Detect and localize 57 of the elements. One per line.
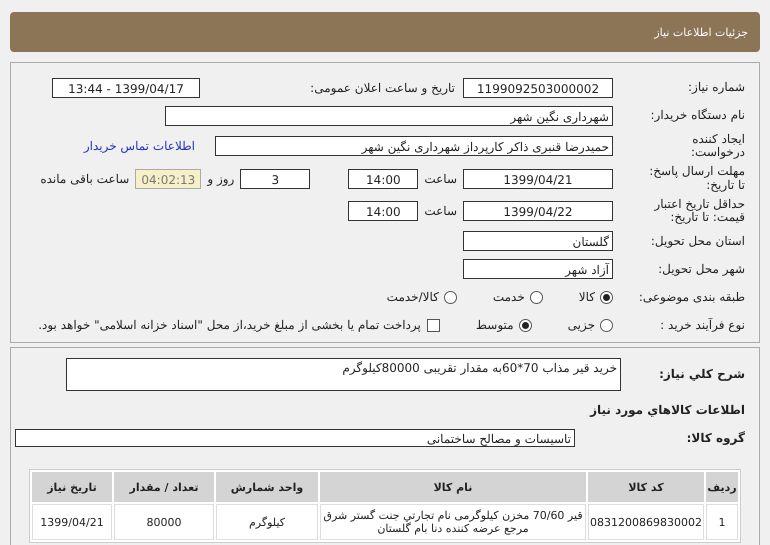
city-field: آزاد شهر — [463, 259, 613, 280]
reply-date-field: 1399/04/21 — [463, 168, 613, 189]
field-label: شماره نیاز: — [687, 81, 746, 95]
field-label: شهر محل تحویل: — [657, 262, 746, 276]
radio-button[interactable] — [444, 290, 457, 304]
column-header: ردیف — [706, 472, 738, 502]
column-header: تاریخ نیاز — [32, 472, 112, 502]
description-field: خرید قیر مذاب 70*60به مقدار تقریبی 80000کیلوگرم — [66, 358, 621, 392]
radio-label: متوسط — [476, 318, 514, 332]
table-cell: 0831200869830002 — [588, 504, 704, 540]
reply-time-field: 14:00 — [348, 168, 418, 189]
page-title: جزئیات اطلاعات نیاز — [654, 26, 748, 38]
column-header: کد کالا — [588, 472, 704, 502]
remaining-time-field: 04:02:13 — [135, 168, 202, 189]
validity-date-field: 1399/04/22 — [463, 200, 613, 221]
buyer-contact-link[interactable]: اطلاعات تماس خریدار — [84, 139, 195, 154]
field-label: نام دستگاه خریدار: — [650, 109, 746, 123]
goods-group-field: تاسیسات و مصالح ساختمانی — [15, 429, 575, 448]
province-field: گلستان — [463, 231, 613, 252]
field-label: تاریخ و ساعت اعلان عمومی: — [309, 81, 456, 95]
creator-field: حمیدرضا قنبری ذاکر کارپرداز شهرداری نگین شهر — [215, 136, 613, 156]
table-cell: 1 — [706, 504, 738, 540]
column-header: واحد شمارش — [216, 472, 318, 502]
need-number-field: 1199092503000002 — [463, 78, 613, 98]
field-label: ساعت باقی مانده — [39, 172, 130, 186]
field-label: طبقه بندی موضوعی: — [638, 290, 746, 304]
announce-date-field: 1399/04/17 - 13:44 — [52, 78, 200, 98]
validity-time-field: 14:00 — [348, 200, 418, 221]
field-label: حداقل تاریخ اعتبار قیمت: تا تاریخ: — [652, 198, 746, 224]
column-header: تعداد / مقدار — [114, 472, 214, 502]
checkbox[interactable] — [426, 318, 440, 332]
field-label: مهلت ارسال پاسخ: تا تاریخ: — [648, 165, 746, 192]
radio-button[interactable] — [530, 290, 543, 304]
field-label: روز و — [206, 172, 236, 186]
table-cell: قیر 70/60 مخزن کیلوگرمی نام تجارتي جنت گستر شرق مرجع عرضه کننده دنا بام گلستان — [320, 504, 586, 540]
buyer-field: شهرداری نگین شهر — [165, 106, 613, 126]
days-field: 3 — [240, 168, 310, 189]
radio-button[interactable] — [518, 318, 532, 332]
radio-label: جزیی — [568, 318, 595, 332]
radio-button[interactable] — [600, 318, 613, 332]
field-label: گروه کالا: — [686, 432, 746, 445]
column-header: نام کالا — [320, 472, 586, 502]
field-label: شرح کلي نياز: — [658, 366, 746, 382]
radio-label: خدمت — [492, 290, 525, 304]
section-title: اطلاعات کالاهاي مورد نياز — [590, 403, 746, 418]
radio-button[interactable] — [600, 290, 613, 304]
table-cell: کیلوگرم — [216, 504, 318, 540]
table-cell: 80000 — [114, 504, 214, 540]
field-label: ساعت — [423, 204, 458, 218]
radio-label: کالا — [578, 290, 595, 304]
field-label: ساعت — [423, 172, 458, 186]
field-label: استان محل تحویل: — [650, 234, 746, 248]
field-label: ایجاد کننده درخواست: — [690, 133, 746, 160]
radio-label: کالا/خدمت — [386, 290, 439, 304]
payment-note: پرداخت تمام یا بخشی از مبلغ خرید،از محل "اسناد خزانه اسلامی" خواهد بود. — [38, 318, 421, 332]
field-label: نوع فرآیند خرید : — [659, 318, 746, 332]
table-cell: 1399/04/21 — [32, 504, 112, 540]
